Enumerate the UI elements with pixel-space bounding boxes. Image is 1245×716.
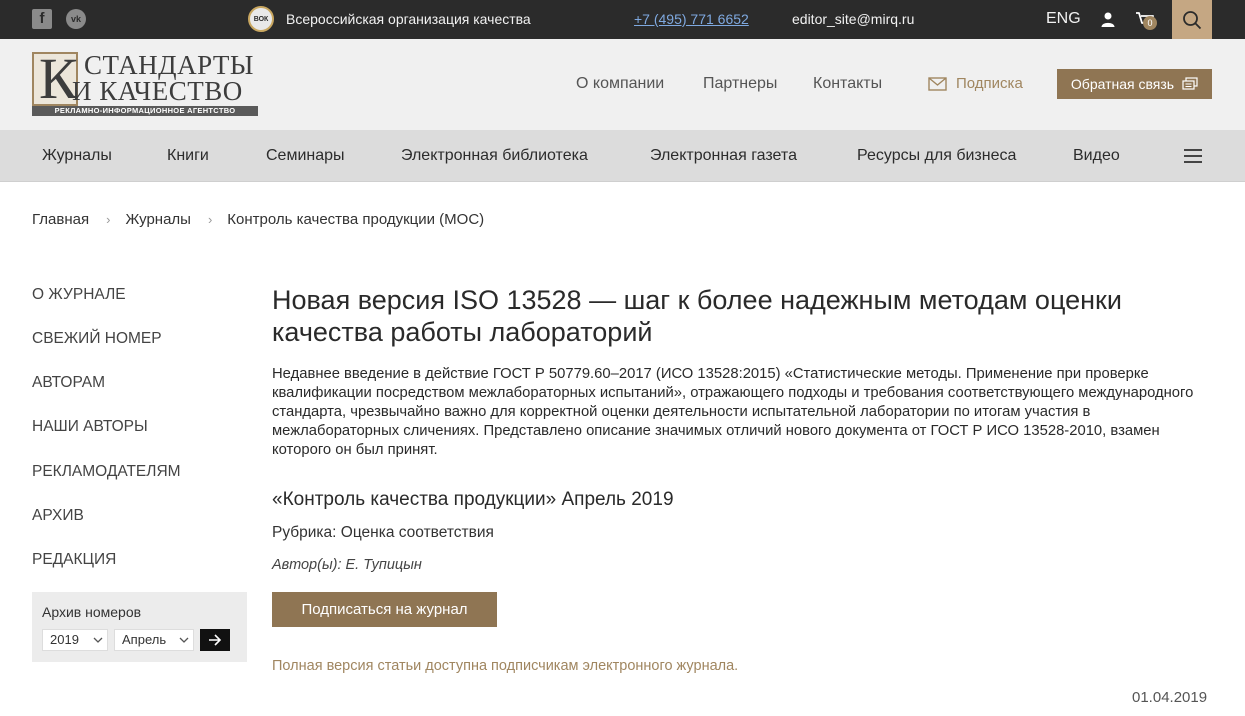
logo-line-1: СТАНДАРТЫ — [84, 50, 254, 80]
subscribe-label: Подписка — [956, 75, 1023, 92]
user-icon[interactable] — [1100, 11, 1116, 27]
main-navigation: Журналы Книги Семинары Электронная библи… — [0, 130, 1245, 182]
subscribe-link[interactable]: Подписка — [928, 75, 1023, 92]
nav-about[interactable]: О компании — [576, 75, 664, 93]
nav-books[interactable]: Книги — [167, 147, 209, 165]
nav-video[interactable]: Видео — [1073, 147, 1120, 165]
breadcrumb-current: Контроль качества продукции (МОС) — [227, 211, 485, 228]
sidebar-item-archive[interactable]: АРХИВ — [32, 507, 84, 525]
nav-contacts[interactable]: Контакты — [813, 75, 882, 93]
search-button[interactable] — [1172, 0, 1212, 39]
sidebar-item-latest-issue[interactable]: СВЕЖИЙ НОМЕР — [32, 330, 162, 348]
sidebar-item-for-authors[interactable]: АВТОРАМ — [32, 374, 105, 392]
chevron-down-icon — [179, 637, 189, 643]
chevron-right-icon: › — [207, 212, 213, 227]
subscribe-journal-button[interactable]: Подписаться на журнал — [272, 592, 497, 627]
envelope-icon — [928, 76, 947, 91]
breadcrumb-home[interactable]: Главная — [32, 211, 89, 228]
voq-logo-icon[interactable]: ВОК — [248, 6, 274, 32]
sidebar-item-our-authors[interactable]: НАШИ АВТОРЫ — [32, 418, 148, 436]
nav-business-resources[interactable]: Ресурсы для бизнеса — [857, 147, 1016, 165]
article-date: 01.04.2019 — [1132, 689, 1208, 706]
arrow-right-icon — [209, 634, 222, 646]
chevron-right-icon: › — [106, 212, 111, 227]
sidebar-item-advertisers[interactable]: РЕКЛАМОДАТЕЛЯМ — [32, 463, 181, 481]
article-title: Новая версия ISO 13528 — шаг к более над… — [272, 285, 1122, 347]
language-switch[interactable]: ENG — [1046, 10, 1081, 28]
access-note: Полная версия статьи доступна подписчика… — [272, 658, 739, 674]
feedback-button[interactable]: Обратная связь — [1057, 69, 1212, 99]
vk-icon[interactable]: vk — [66, 9, 86, 29]
archive-title: Архив номеров — [42, 604, 142, 620]
month-select[interactable]: Апрель — [114, 629, 194, 651]
nav-seminars[interactable]: Семинары — [266, 147, 345, 165]
chevron-down-icon — [93, 637, 103, 643]
archive-widget: Архив номеров 2019 Апрель — [32, 592, 247, 662]
chat-icon — [1182, 77, 1198, 90]
article-lead: Недавнее введение в действие ГОСТ Р 5077… — [272, 366, 1194, 458]
nav-e-newspaper[interactable]: Электронная газета — [650, 147, 797, 165]
breadcrumb: Главная › Журналы › Контроль качества продук… — [32, 211, 484, 228]
facebook-icon[interactable]: f — [32, 9, 52, 29]
archive-go-button[interactable] — [200, 629, 230, 651]
sidebar-item-editorial[interactable]: РЕДАКЦИЯ — [32, 551, 116, 569]
nav-partners[interactable]: Партнеры — [703, 75, 777, 93]
site-header: К СТАНДАРТЫ И КАЧЕСТВО РЕКЛАМНО-ИНФОРМАЦ… — [0, 39, 1245, 130]
logo-line-2: И КАЧЕСТВО — [72, 76, 243, 106]
year-select[interactable]: 2019 — [42, 629, 108, 651]
org-name-link[interactable]: Всероссийская организация качества — [286, 11, 531, 27]
top-bar: f vk ВОК Всероссийская организация качес… — [0, 0, 1245, 39]
article-authors: Автор(ы): Е. Тупицын — [272, 557, 422, 573]
nav-e-library[interactable]: Электронная библиотека — [401, 147, 588, 165]
article-rubric: Рубрика: Оценка соответствия — [272, 524, 494, 541]
breadcrumb-journals[interactable]: Журналы — [125, 211, 191, 228]
sidebar-item-about[interactable]: О ЖУРНАЛЕ — [32, 286, 126, 304]
menu-icon[interactable] — [1184, 149, 1202, 163]
nav-journals[interactable]: Журналы — [42, 147, 112, 165]
cart-count-badge: 0 — [1143, 16, 1157, 30]
phone-link[interactable]: +7 (495) 771 6652 — [634, 11, 749, 27]
feedback-label: Обратная связь — [1070, 76, 1175, 92]
email-link[interactable]: editor_site@mirq.ru — [792, 11, 914, 27]
logo-tagline: РЕКЛАМНО-ИНФОРМАЦИОННОЕ АГЕНТСТВО — [32, 106, 258, 116]
site-logo[interactable]: К СТАНДАРТЫ И КАЧЕСТВО РЕКЛАМНО-ИНФОРМАЦ… — [32, 50, 258, 116]
issue-title: «Контроль качества продукции» Апрель 201… — [272, 489, 674, 510]
search-icon — [1183, 10, 1202, 29]
